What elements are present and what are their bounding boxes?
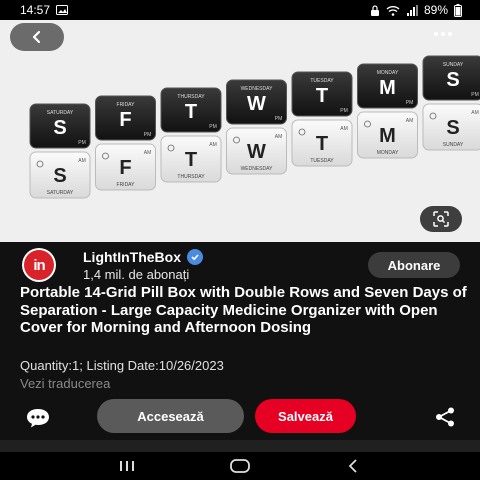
- am-day-letter: W: [247, 141, 266, 163]
- am-day-letter: T: [185, 149, 197, 171]
- lens-search-icon: [433, 211, 449, 227]
- battery-icon: [454, 3, 462, 17]
- comment-button[interactable]: [24, 407, 52, 429]
- status-bar: 14:57 89%: [0, 0, 480, 20]
- back-arrow-icon: [32, 30, 41, 44]
- am-day-label: THURSDAY: [177, 174, 205, 180]
- system-nav-bar: [0, 452, 480, 480]
- am-day-letter: F: [119, 157, 131, 179]
- visual-search-button[interactable]: [420, 206, 462, 232]
- image-icon: [56, 5, 69, 15]
- signal-icon: [406, 4, 418, 16]
- pm-label: PM: [209, 124, 217, 130]
- pm-day-label: FRIDAY: [117, 102, 136, 108]
- am-day-letter: S: [446, 117, 459, 139]
- action-bar: Accesează Salvează: [0, 399, 480, 435]
- pin-meta: Quantity:1; Listing Date:10/26/2023: [20, 358, 224, 373]
- pin-details: in LightInTheBox 1,4 mil. de abonați Abo…: [0, 242, 480, 452]
- recents-icon: [119, 461, 134, 471]
- back-nav-button[interactable]: [338, 456, 368, 476]
- am-day-label: FRIDAY: [117, 182, 136, 188]
- recent-apps-button[interactable]: [112, 456, 142, 476]
- lock-icon: [370, 4, 379, 16]
- am-label: AM: [209, 142, 217, 148]
- am-day-label: MONDAY: [377, 150, 399, 156]
- pm-day-letter: W: [247, 93, 266, 115]
- store-name[interactable]: LightInTheBox: [83, 249, 181, 265]
- pm-day-letter: T: [185, 101, 197, 123]
- pill-box-photo: SSATURDAYPMSSATURDAYAMFFRIDAYPMFFRIDAYAM…: [29, 55, 480, 199]
- pin-image[interactable]: S SATURDAY PM S SATURDAY AM F FRIDAY PM F FRIDAY AM…: [0, 20, 480, 242]
- am-day-label: WEDNESDAY: [241, 166, 274, 172]
- pm-day-label: WEDNESDAY: [241, 86, 274, 92]
- pm-day-letter: M: [379, 77, 396, 99]
- pm-label: PM: [78, 140, 86, 146]
- pm-label: PM: [144, 132, 152, 138]
- pm-label: PM: [275, 116, 283, 122]
- share-icon: [436, 407, 454, 427]
- wifi-icon: [386, 5, 400, 16]
- am-day-label: SUNDAY: [443, 142, 464, 148]
- pm-label: PM: [471, 92, 479, 98]
- pm-day-label: SUNDAY: [443, 62, 464, 68]
- am-label: AM: [406, 118, 414, 124]
- am-day-letter: T: [316, 133, 328, 155]
- pm-day-letter: S: [446, 69, 459, 91]
- pm-day-letter: T: [316, 85, 328, 107]
- am-day-letter: S: [53, 165, 66, 187]
- pm-day-label: THURSDAY: [177, 94, 205, 100]
- store-avatar[interactable]: in: [22, 248, 56, 282]
- pin-title: Portable 14-Grid Pill Box with Double Ro…: [20, 284, 467, 336]
- verified-icon: [187, 248, 203, 265]
- battery-percent: 89%: [423, 3, 448, 17]
- store-row: in LightInTheBox 1,4 mil. de abonați Abo…: [22, 248, 460, 282]
- open-button[interactable]: Accesează: [97, 399, 244, 433]
- back-button[interactable]: [10, 23, 64, 51]
- pm-day-letter: S: [53, 117, 66, 139]
- share-button[interactable]: [434, 406, 456, 428]
- am-day-label: SATURDAY: [47, 190, 74, 196]
- pm-day-letter: F: [119, 109, 131, 131]
- divider: [0, 440, 480, 452]
- home-button[interactable]: [225, 456, 255, 476]
- subscriber-count: 1,4 mil. de abonați: [83, 266, 190, 282]
- store-logo: in: [24, 250, 54, 280]
- pm-day-label: TUESDAY: [310, 78, 334, 84]
- am-label: AM: [78, 158, 86, 164]
- follow-button[interactable]: Abonare: [368, 252, 460, 278]
- more-icon[interactable]: [428, 24, 458, 44]
- comment-icon: [27, 409, 49, 428]
- pm-day-label: SATURDAY: [47, 110, 74, 116]
- pm-label: PM: [406, 100, 414, 106]
- am-label: AM: [340, 126, 348, 132]
- translate-link[interactable]: Vezi traducerea: [20, 376, 110, 391]
- am-label: AM: [471, 110, 479, 116]
- am-day-letter: M: [379, 125, 396, 147]
- am-label: AM: [275, 134, 283, 140]
- save-button[interactable]: Salvează: [255, 399, 356, 433]
- chevron-left-icon: [349, 459, 357, 473]
- home-icon: [230, 459, 250, 473]
- pm-label: PM: [340, 108, 348, 114]
- am-label: AM: [144, 150, 152, 156]
- clock: 14:57: [20, 3, 51, 17]
- am-day-label: TUESDAY: [310, 158, 334, 164]
- pm-day-label: MONDAY: [377, 70, 399, 76]
